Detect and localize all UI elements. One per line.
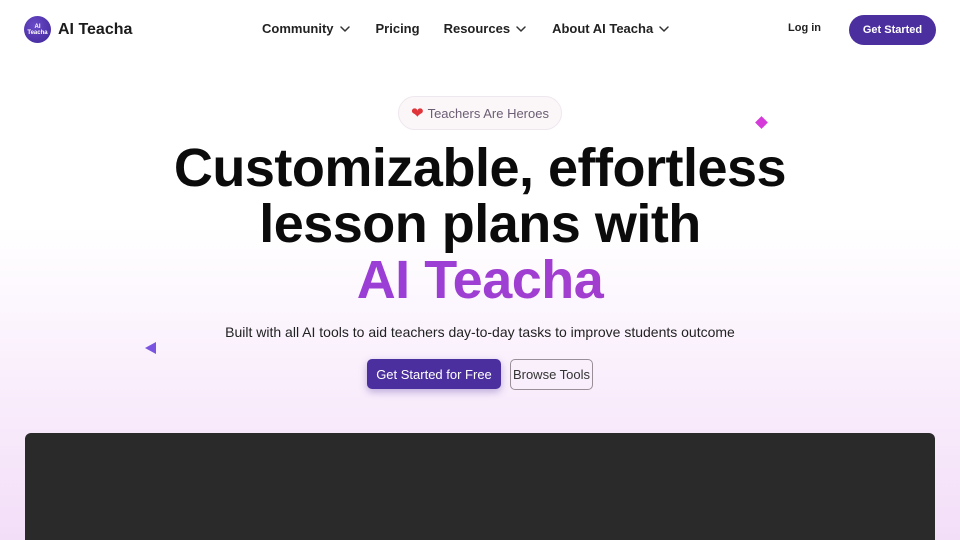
chevron-down-icon <box>339 25 350 32</box>
get-started-free-button[interactable]: Get Started for Free <box>367 359 501 389</box>
logo-text: AI Teacha <box>58 20 133 38</box>
decorative-triangle-icon <box>145 342 156 354</box>
badge-text: Teachers Are Heroes <box>427 105 549 121</box>
login-link[interactable]: Log in <box>788 22 821 34</box>
logo-badge-icon: AI Teacha <box>24 16 51 43</box>
get-started-button[interactable]: Get Started <box>849 15 936 45</box>
headline-accent: AI Teacha <box>0 252 960 308</box>
nav-item-resources[interactable]: Resources <box>444 21 528 36</box>
demo-video-panel[interactable] <box>25 433 935 540</box>
nav-item-about[interactable]: About AI Teacha <box>552 21 671 36</box>
nav-links: Community Pricing Resources About AI Tea… <box>262 21 695 36</box>
decorative-diamond-icon <box>755 116 768 129</box>
chevron-down-icon <box>516 25 526 32</box>
nav-item-pricing[interactable]: Pricing <box>376 21 420 36</box>
headline-line-2: lesson plans with <box>259 194 701 254</box>
nav-item-label: Pricing <box>375 21 420 36</box>
hero-subtitle: Built with all AI tools to aid teachers … <box>225 324 735 340</box>
browse-tools-button[interactable]: Browse Tools <box>510 359 593 390</box>
chevron-down-icon <box>659 25 669 32</box>
nav-item-label: Resources <box>443 21 511 36</box>
nav-item-community[interactable]: Community <box>262 21 352 36</box>
heart-icon: ❤ <box>411 105 424 122</box>
headline-line-1: Customizable, effortless <box>173 138 787 198</box>
teachers-heroes-badge: ❤ Teachers Are Heroes <box>398 96 562 130</box>
hero-headline: Customizable, effortless lesson plans wi… <box>0 140 960 308</box>
nav-item-label: About AI Teacha <box>552 21 654 36</box>
nav-item-label: Community <box>262 21 334 36</box>
top-navigation: AI Teacha AI Teacha Community Pricing Re… <box>0 0 960 60</box>
logo[interactable]: AI Teacha AI Teacha <box>24 16 132 43</box>
